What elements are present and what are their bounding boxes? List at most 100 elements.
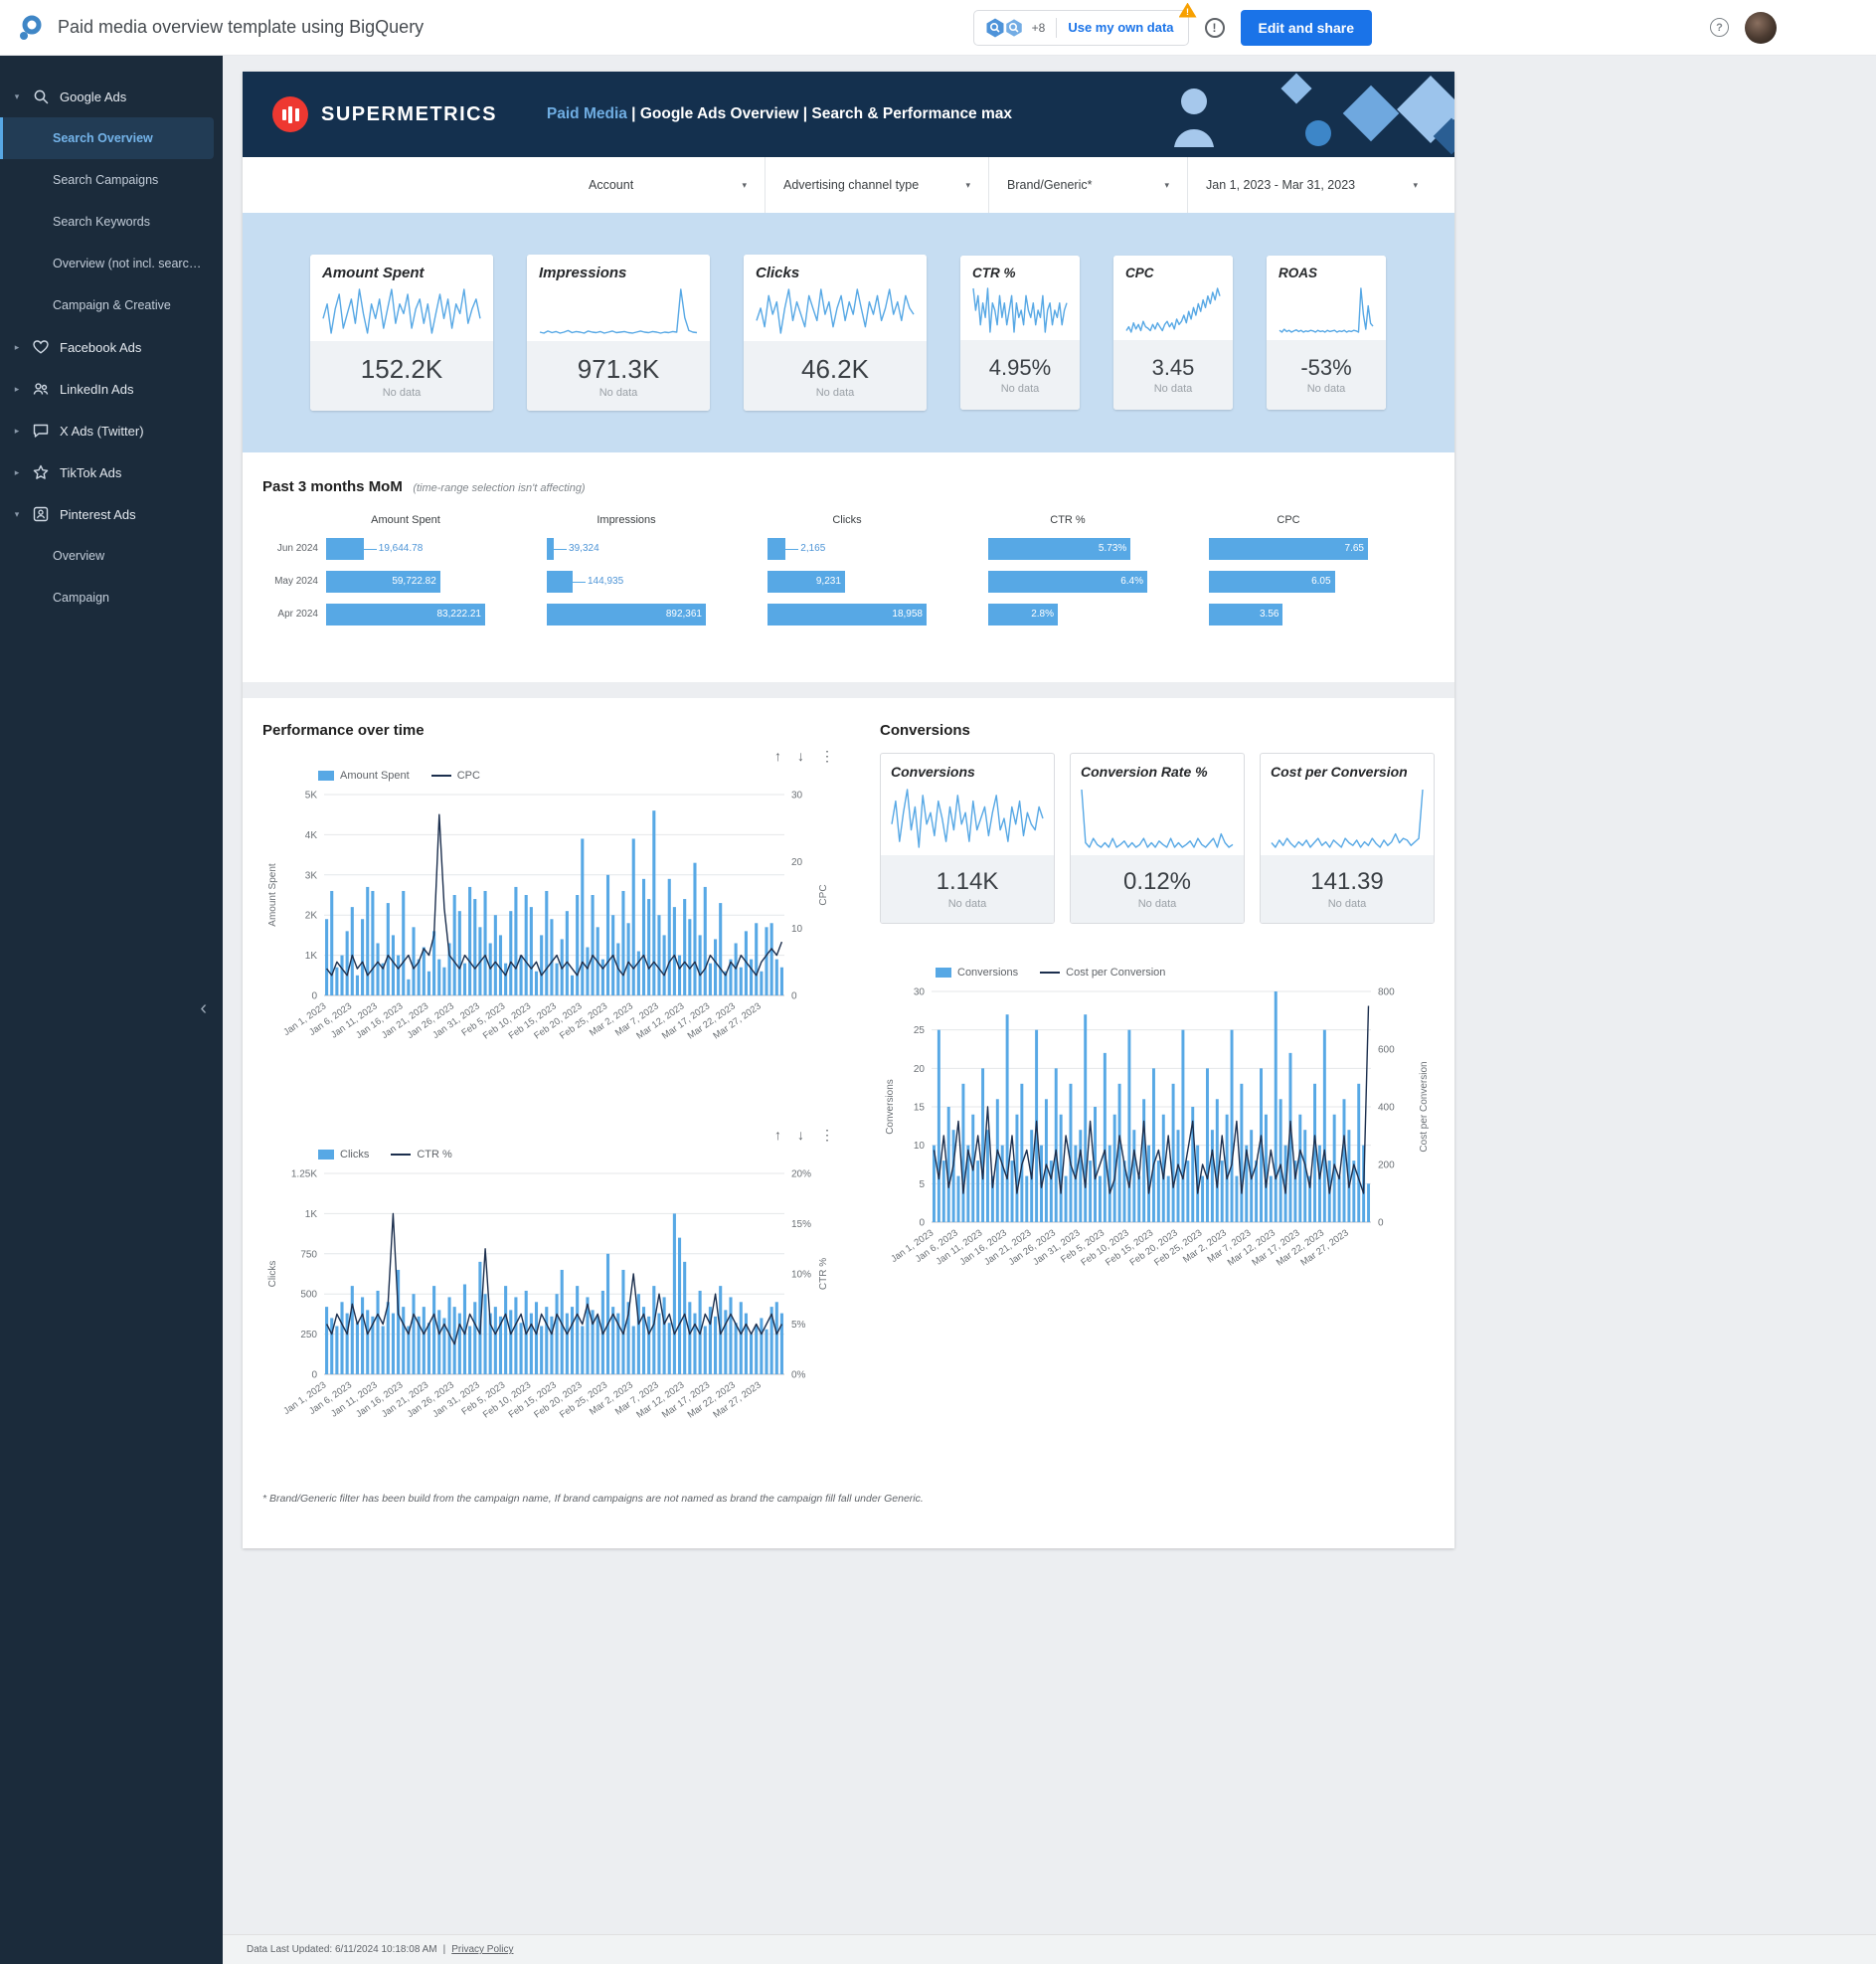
sidebar-item-google-ads[interactable]: ▾Google Ads	[0, 76, 223, 117]
privacy-policy-link[interactable]: Privacy Policy	[451, 1944, 513, 1955]
filter-label: Advertising channel type	[783, 178, 919, 192]
svg-text:0: 0	[311, 991, 317, 1002]
conversions-title: Conversions	[880, 722, 1435, 739]
filter-brand-generic[interactable]: Brand/Generic*▾	[988, 157, 1187, 213]
data-sources-pill[interactable]: +8 Use my own data !	[973, 10, 1189, 46]
svg-text:2K: 2K	[305, 911, 318, 922]
sidebar-item-search-overview[interactable]: Search Overview	[0, 117, 214, 159]
sidebar: ‹ ▾Google AdsSearch Overview Search Campa…	[0, 56, 223, 1964]
scorecard-ctr: CTR %4.95%No data	[960, 256, 1080, 410]
chart-legend: Clicks CTR %	[318, 1146, 844, 1163]
sidebar-item-facebook-ads[interactable]: ▸Facebook Ads	[0, 326, 223, 368]
edit-share-button[interactable]: Edit and share	[1241, 10, 1372, 46]
use-own-data-link[interactable]: Use my own data	[1068, 20, 1173, 35]
mom-title: Past 3 months MoM	[262, 478, 403, 495]
avatar[interactable]	[1745, 12, 1777, 44]
scorecards-band: Amount Spent152.2KNo dataImpressions971.…	[243, 213, 1454, 452]
scorecard-value: 0.12%	[1123, 868, 1191, 896]
amount-spent-cpc-chart[interactable]: 01K2K3K4K5K0102030Jan 1, 2023Jan 6, 2023…	[262, 785, 834, 1083]
filter-bar: Account▾ Advertising channel type ▾ Brand/G…	[243, 157, 1454, 213]
chevron-right-icon[interactable]: ▸	[12, 467, 22, 478]
mom-bar: 892,361	[547, 604, 706, 625]
mom-chart-ctr[interactable]: CTR %5.73%6.4%2.8%	[988, 514, 1209, 636]
sidebar-item-search-keywords[interactable]: Search Keywords	[0, 201, 214, 243]
move-down-icon[interactable]: ↓	[797, 748, 804, 764]
scorecard-title: Conversion Rate %	[1081, 764, 1234, 780]
scorecard-cost-per-conversion: Cost per Conversion141.39No data	[1260, 753, 1435, 924]
mom-bar-value: 6.05	[1209, 571, 1335, 593]
alert-icon[interactable]: !	[1205, 18, 1225, 38]
sidebar-item-search-campaigns[interactable]: Search Campaigns	[0, 159, 214, 201]
mom-bar-value: 144,935	[588, 571, 623, 593]
filter-label: Jan 1, 2023 - Mar 31, 2023	[1206, 178, 1355, 192]
svg-text:1K: 1K	[305, 951, 318, 962]
more-options-icon[interactable]: ⋮	[820, 748, 834, 765]
amount-spent-cpc-chart-block: ↑ ↓ ⋮ Amount Spent CPC 01K2K3K4K5K010203…	[262, 745, 844, 1088]
scorecard-conversion-rate: Conversion Rate %0.12%No data	[1070, 753, 1245, 924]
chevron-down-icon[interactable]: ▾	[12, 509, 22, 520]
svg-text:0: 0	[791, 991, 797, 1002]
sidebar-item-label: X Ads (Twitter)	[60, 424, 144, 439]
sidebar-item-linkedin-ads[interactable]: ▸LinkedIn Ads	[0, 368, 223, 410]
amount_spent-sparkline	[322, 287, 481, 335]
mom-bar-row: 19,644.78	[326, 538, 547, 560]
mom-bar-value: 5.73%	[988, 538, 1130, 560]
mom-bar-row: 39,324	[547, 538, 767, 560]
conversions-cost-chart[interactable]: 0510152025300200400600800Jan 1, 2023Jan …	[880, 982, 1435, 1325]
chevron-right-icon[interactable]: ▸	[12, 342, 22, 353]
sidebar-item-campaign-creative[interactable]: Campaign & Creative	[0, 284, 214, 326]
mom-bar-row: 5.73%	[988, 538, 1209, 560]
bar-swatch	[318, 771, 334, 781]
mom-chart-clicks[interactable]: Clicks2,1659,23118,958	[767, 514, 988, 636]
filter-jan-1-2023-mar-31-2023[interactable]: Jan 1, 2023 - Mar 31, 2023 ▾	[1187, 157, 1436, 213]
report-card: SUPERMETRICS Paid Media | Google Ads Ove…	[243, 72, 1454, 1548]
chevron-right-icon[interactable]: ▸	[12, 426, 22, 437]
chevron-down-icon: ▾	[1413, 180, 1418, 191]
move-up-icon[interactable]: ↑	[774, 748, 781, 764]
svg-text:10: 10	[791, 924, 803, 935]
move-up-icon[interactable]: ↑	[774, 1127, 781, 1143]
mom-chart-amount-spent[interactable]: Amount Spent19,644.7859,722.8283,222.21	[326, 514, 547, 636]
sidebar-item-overview-not-incl-searc[interactable]: Overview (not incl. searc…	[0, 243, 214, 284]
mom-bar-value: 7.65	[1209, 538, 1368, 560]
sidebar-item-label: Search Campaigns	[53, 173, 158, 187]
app-logo-icon[interactable]	[16, 13, 46, 43]
scorecard-conversions: Conversions1.14KNo data	[880, 753, 1055, 924]
chevron-right-icon[interactable]: ▸	[12, 384, 22, 395]
scorecard-note: No data	[383, 387, 422, 399]
sidebar-item-label: Overview (not incl. searc…	[53, 257, 201, 270]
filter-advertising-channel-type[interactable]: Advertising channel type ▾	[765, 157, 988, 213]
sidebar-item-overview[interactable]: Overview	[0, 535, 214, 577]
mom-chart-cpc[interactable]: CPC7.656.053.56	[1209, 514, 1430, 636]
chevron-down-icon: ▾	[965, 180, 970, 191]
svg-text:5K: 5K	[305, 791, 318, 802]
mom-bar-value: 83,222.21	[326, 604, 485, 625]
chevron-down-icon[interactable]: ▾	[12, 91, 22, 102]
sidebar-item-x-ads-twitter[interactable]: ▸ X Ads (Twitter)	[0, 410, 223, 451]
impressions-sparkline	[539, 287, 698, 335]
svg-text:750: 750	[300, 1249, 317, 1260]
svg-text:5: 5	[919, 1179, 925, 1190]
mom-bar: 6.05	[1209, 571, 1335, 593]
mom-bar: 7.65	[1209, 538, 1368, 560]
sidebar-item-pinterest-ads[interactable]: ▾Pinterest Ads	[0, 493, 223, 535]
more-options-icon[interactable]: ⋮	[820, 1127, 834, 1144]
move-down-icon[interactable]: ↓	[797, 1127, 804, 1143]
filter-account[interactable]: Account▾	[571, 157, 765, 213]
svg-text:Cost per Conversion: Cost per Conversion	[1419, 1061, 1430, 1152]
mom-bar-row: 18,958	[767, 604, 988, 625]
scorecard-title: CPC	[1125, 266, 1221, 280]
mom-chart-impressions[interactable]: Impressions39,324144,935892,361	[547, 514, 767, 636]
scorecard-title: CTR %	[972, 266, 1068, 280]
mom-bar	[767, 538, 785, 560]
help-icon[interactable]: ?	[1710, 18, 1729, 37]
mom-bar: 5.73%	[988, 538, 1130, 560]
bar-swatch	[318, 1150, 334, 1160]
sidebar-collapse-button[interactable]: ‹	[200, 998, 207, 1018]
svg-text:0: 0	[311, 1370, 317, 1381]
clicks-ctr-chart[interactable]: 02505007501K1.25K0%5%10%15%20%Jan 1, 202…	[262, 1163, 834, 1462]
mom-chart-title: Amount Spent	[326, 514, 485, 528]
sidebar-item-tiktok-ads[interactable]: ▸TikTok Ads	[0, 451, 223, 493]
mom-connector	[573, 582, 586, 583]
sidebar-item-campaign[interactable]: Campaign	[0, 577, 214, 619]
